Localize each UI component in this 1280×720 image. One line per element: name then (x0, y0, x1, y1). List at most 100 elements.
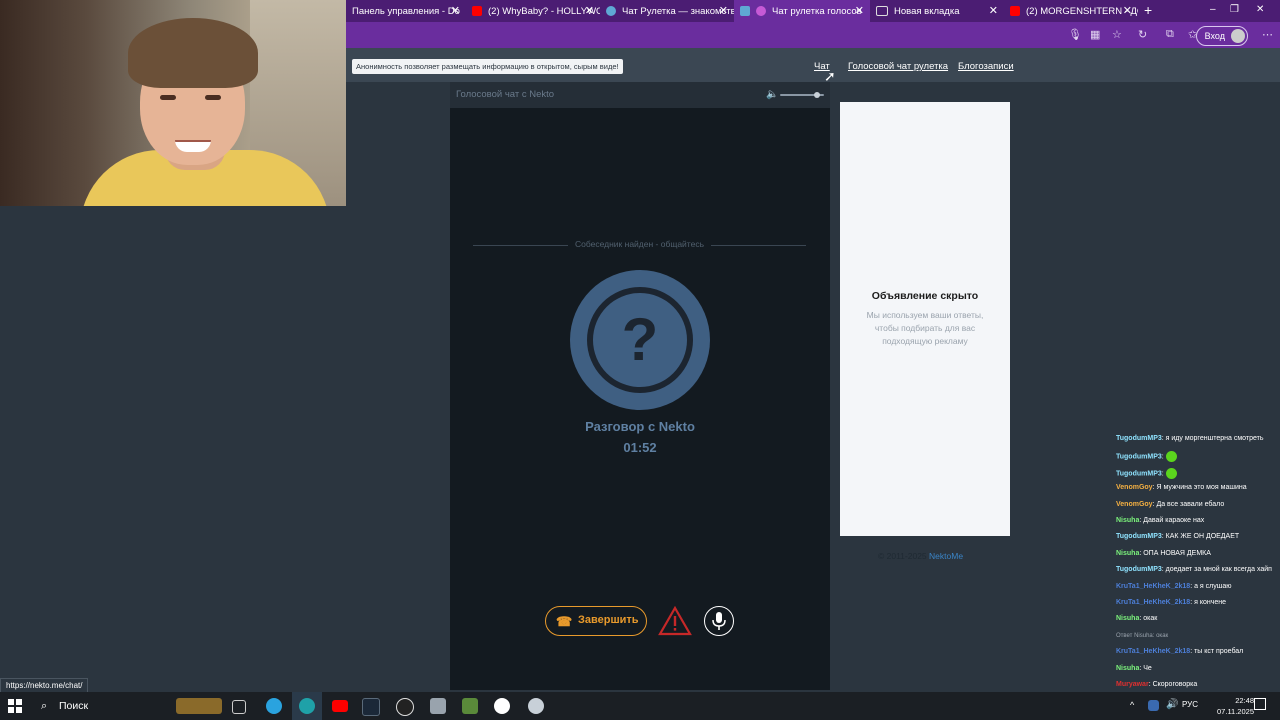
chat-username[interactable]: VenomGoy (1116, 484, 1153, 491)
volume-slider-handle[interactable] (814, 92, 821, 98)
favorite-star-icon[interactable]: ☆ (1112, 28, 1122, 41)
chat-message: TugodumMP3: (1116, 451, 1177, 463)
search-label: Поиск (59, 700, 89, 712)
minecraft-icon[interactable] (462, 698, 478, 714)
footer-copyright: © 2011-2025 NektoMe (878, 551, 963, 561)
report-warning-icon[interactable] (658, 606, 692, 636)
tab-close-icon[interactable]: ✕ (719, 4, 728, 17)
emote-icon (1165, 451, 1177, 463)
browser-tab[interactable]: Панель управления - Do ✕ (346, 0, 466, 22)
chat-message: Ответ Nisuha: окак (1116, 632, 1168, 639)
chat-username[interactable]: Nisuha (1116, 665, 1139, 672)
chat-message: Nisuha: Давай караоке нах (1116, 517, 1205, 524)
minimize-button[interactable]: – (1210, 4, 1216, 15)
nav-link-blog[interactable]: Блогозаписи (958, 61, 1014, 72)
voice-chat-panel: Голосовой чат с Nekto 🔈 Собеседник найде… (450, 82, 830, 690)
status-bar-url: https://nekto.me/chat/ (0, 678, 89, 693)
telegram-icon[interactable] (266, 698, 282, 714)
tab-close-icon[interactable]: ✕ (855, 4, 864, 17)
chat-username[interactable]: Nisuha (1116, 517, 1139, 524)
recording-indicator-icon (756, 6, 766, 16)
anonymity-notice: Анонимность позволяет размещать информац… (352, 59, 623, 74)
chat-message: KruTa1_HeKheK_2k18: а я слушаю (1116, 582, 1232, 590)
youtube-icon (1010, 6, 1020, 16)
chat-username[interactable]: VenomGoy (1116, 501, 1153, 508)
app-icon-2[interactable] (528, 698, 544, 714)
browser-tab-bar: Панель управления - Do ✕ (2) WhyBaby? - … (346, 0, 1280, 22)
chat-username[interactable]: TugodumMP3 (1116, 566, 1162, 573)
tab-close-icon[interactable]: ✕ (451, 4, 460, 17)
browser-tab[interactable]: Новая вкладка ✕ (870, 0, 1004, 22)
mic-icon[interactable]: 🎙 (1068, 28, 1082, 41)
task-view-icon[interactable] (232, 700, 246, 714)
tab-close-icon[interactable]: ✕ (585, 4, 594, 17)
chat-text: Да все завали ебало (1156, 500, 1225, 508)
login-button[interactable]: Вход (1195, 26, 1248, 46)
chat-username[interactable]: Muryawar (1116, 681, 1149, 688)
steam-icon[interactable] (362, 698, 380, 716)
tray-expand-icon[interactable]: ^ (1130, 700, 1134, 710)
more-menu-icon[interactable]: ⋯ (1262, 28, 1273, 41)
tab-label: Чат Рулетка — знакомств (622, 5, 734, 17)
volume-slider[interactable] (780, 92, 824, 98)
microphone-icon (712, 612, 726, 630)
taskbar-clock[interactable]: 22:48 07.11.2025 (1217, 695, 1254, 717)
chat-username[interactable]: Nisuha (1116, 550, 1139, 557)
chat-message: Nisuha: ОПА НОВАЯ ДЕМКА (1116, 549, 1211, 557)
chat-text: я иду моргенштерна смотреть (1165, 435, 1264, 442)
tray-app-icon[interactable] (1148, 700, 1159, 711)
extensions-icon[interactable]: ⧉ (1166, 28, 1174, 41)
new-tab-button[interactable]: + (1144, 2, 1152, 18)
language-indicator[interactable]: РУС (1182, 700, 1198, 709)
mic-favicon-icon (740, 6, 750, 16)
edge-browser-icon[interactable] (299, 698, 315, 714)
chat-text: Скороговорка (1152, 681, 1198, 688)
notifications-icon[interactable] (1254, 698, 1266, 710)
chat-username[interactable]: KruTa1_HeKheK_2k18 (1116, 583, 1190, 590)
chat-username[interactable]: TugodumMP3 (1116, 435, 1162, 442)
microphone-button[interactable] (704, 606, 734, 636)
chat-username[interactable]: KruTa1_HeKheK_2k18 (1116, 648, 1190, 655)
chat-username[interactable]: TugodumMP3 (1116, 454, 1162, 461)
browser-tab-active[interactable]: Чат рулетка голосов ✕ (734, 0, 870, 22)
taskbar-search[interactable]: ⌕ Поиск (33, 692, 173, 720)
yandex-browser-icon[interactable] (494, 698, 510, 714)
chat-message: VenomGoy: Да все завали ебало (1116, 500, 1225, 508)
chat-username[interactable]: Nisuha (1116, 615, 1139, 622)
newtab-icon (876, 6, 888, 16)
search-highlight-icon (176, 698, 222, 714)
tab-close-icon[interactable]: ✕ (989, 4, 998, 17)
refresh-icon[interactable]: ↻ (1138, 28, 1147, 41)
chat-text: КАК ЖЕ ОН ДОЕДАЕТ (1165, 533, 1240, 541)
chat-message: TugodumMP3: доедает за мной как всегда х… (1116, 566, 1272, 574)
brand-link[interactable]: NektoMe (929, 551, 963, 561)
app-icon[interactable] (430, 698, 446, 714)
chat-text: Давай караоке нах (1143, 517, 1205, 524)
browser-tab[interactable]: (2) WhyBaby? - HOLLYWO ✕ (466, 0, 600, 22)
obs-icon[interactable] (396, 698, 414, 716)
browser-tab[interactable]: (2) MORGENSHTERN - ДО ✕ (1004, 0, 1138, 22)
browser-tab[interactable]: Чат Рулетка — знакомств ✕ (600, 0, 734, 22)
chat-username[interactable]: KruTa1_HeKheK_2k18 (1116, 599, 1190, 606)
apps-icon[interactable]: ▦ (1090, 28, 1100, 41)
chat-username[interactable]: TugodumMP3 (1116, 470, 1162, 477)
end-call-label: Завершить (578, 614, 639, 626)
call-timer: 01:52 (623, 440, 657, 455)
chat-message: VenomGoy: Я мужчина это моя машина (1116, 484, 1247, 492)
chat-text: Че (1143, 664, 1152, 672)
nav-link-voice-chat[interactable]: Голосовой чат рулетка (848, 61, 948, 72)
chat-username[interactable]: TugodumMP3 (1116, 533, 1162, 540)
windows-start-icon[interactable] (8, 699, 22, 713)
chat-panel-header: Голосовой чат с Nekto 🔈 (450, 82, 830, 108)
close-window-button[interactable]: ✕ (1256, 4, 1264, 15)
speaker-icon[interactable]: 🔊 (1166, 699, 1178, 710)
chat-message: TugodumMP3: (1116, 467, 1177, 479)
hangup-phone-icon: ☎ (556, 614, 573, 629)
chat-text: Я мужчина это моя машина (1156, 484, 1247, 492)
tab-close-icon[interactable]: ✕ (1123, 4, 1132, 17)
tab-label: (2) MORGENSHTERN - ДО (1026, 5, 1138, 17)
restore-button[interactable]: ❐ (1230, 4, 1239, 15)
clock-date: 07.11.2025 (1217, 707, 1254, 716)
end-call-button[interactable]: ☎ Завершить (545, 606, 647, 636)
youtube-app-icon[interactable] (332, 700, 348, 712)
